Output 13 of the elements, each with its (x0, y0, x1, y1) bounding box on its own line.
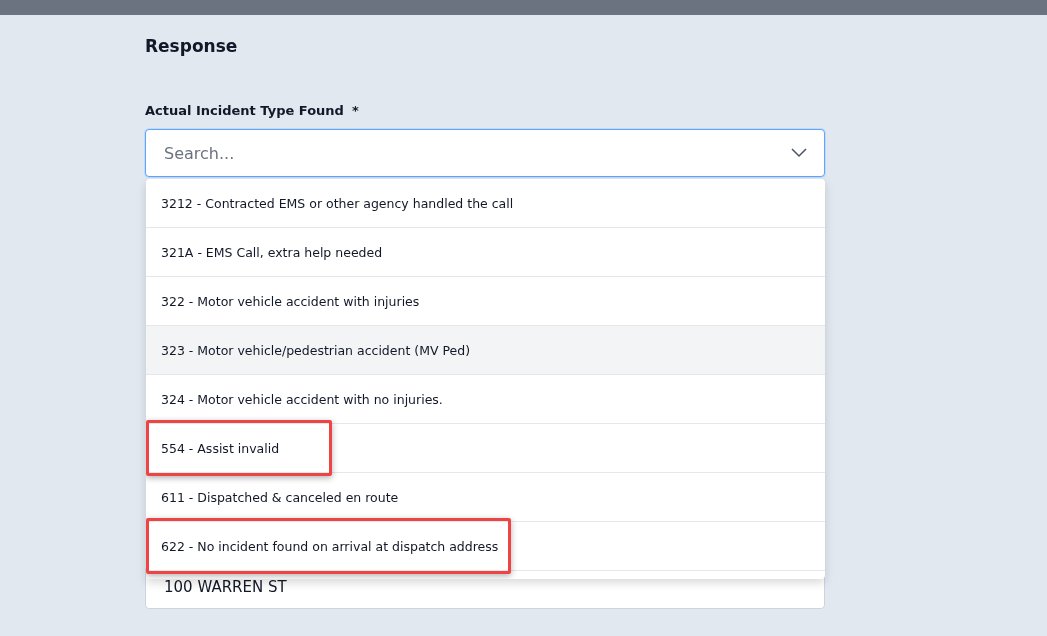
dropdown-option[interactable]: 323 - Motor vehicle/pedestrian accident (MV Ped) (146, 326, 825, 375)
required-mark: * (351, 103, 359, 120)
address-value: 100 WARREN ST (164, 578, 287, 596)
search-field[interactable]: Search... (145, 129, 825, 177)
dropdown-option[interactable]: 622 - No incident found on arrival at dispatch address (146, 522, 825, 571)
dropdown-option[interactable]: 554 - Assist invalid (146, 424, 825, 473)
chevron-down-icon (791, 148, 807, 158)
dropdown-option[interactable]: 3212 - Contracted EMS or other agency handled the call (146, 179, 825, 228)
field-label: Actual Incident Type Found (145, 103, 344, 120)
dropdown-option[interactable]: 611 - Dispatched & canceled en route (146, 473, 825, 522)
section-title: Response (145, 36, 239, 58)
dropdown-option[interactable]: 321A - EMS Call, extra help needed (146, 228, 825, 277)
dropdown-option[interactable]: 324 - Motor vehicle accident with no injuries. (146, 375, 825, 424)
